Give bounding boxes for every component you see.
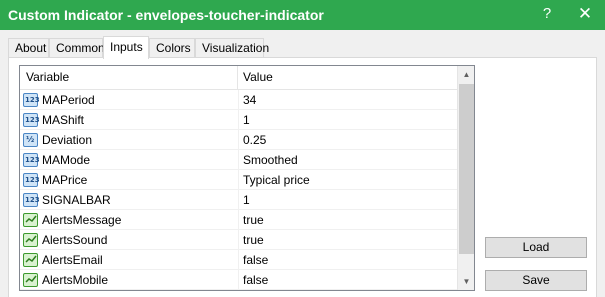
table-row[interactable]: 123 MAMode Smoothed [20, 150, 457, 170]
table-row[interactable]: 123 MAShift 1 [20, 110, 457, 130]
variable-value[interactable]: Smoothed [238, 150, 457, 170]
variable-name: Deviation [42, 133, 93, 147]
variable-name: SIGNALBAR [42, 193, 111, 207]
boolean-icon [23, 213, 38, 227]
variable-name: AlertsSound [42, 233, 108, 247]
tab-inputs[interactable]: Inputs [103, 36, 149, 59]
variable-value[interactable]: true [238, 210, 457, 230]
tab-about[interactable]: About [8, 38, 49, 58]
grid-header: Variable Value [20, 66, 457, 90]
variable-value[interactable]: 34 [238, 90, 457, 110]
tab-visualization[interactable]: Visualization [195, 38, 269, 58]
table-row[interactable]: 123 MAPeriod 34 [20, 90, 457, 110]
variable-name: MAPeriod [42, 93, 95, 107]
title-bar: Custom Indicator - envelopes-toucher-ind… [0, 0, 605, 30]
load-button[interactable]: Load [485, 237, 587, 258]
variable-value[interactable]: false [238, 250, 457, 270]
variable-value[interactable]: 1 [238, 190, 457, 210]
variable-value[interactable]: Typical price [238, 170, 457, 190]
grid-rows: 123 MAPeriod 34 123 MAShift 1 ½ Deviation 0.25 12… [20, 90, 457, 290]
variable-name: AlertsMessage [42, 213, 122, 227]
table-row[interactable]: 123 SIGNALBAR 1 [20, 190, 457, 210]
double-icon: ½ [23, 133, 38, 147]
variable-value[interactable]: true [238, 230, 457, 250]
save-button[interactable]: Save [485, 270, 587, 291]
integer-icon: 123 [23, 173, 40, 187]
close-button[interactable]: ✕ [565, 0, 605, 30]
scroll-up-icon[interactable]: ▲ [458, 66, 474, 83]
table-row[interactable]: AlertsMessage true [20, 210, 457, 230]
integer-icon: 123 [23, 93, 40, 107]
integer-icon: 123 [23, 153, 40, 167]
tab-common[interactable]: Common [49, 38, 105, 58]
scroll-down-icon[interactable]: ▼ [458, 273, 474, 290]
variable-value[interactable]: false [238, 270, 457, 290]
scrollbar-thumb[interactable] [459, 84, 474, 254]
table-row[interactable]: AlertsSound true [20, 230, 457, 250]
table-row[interactable]: ½ Deviation 0.25 [20, 130, 457, 150]
integer-icon: 123 [23, 113, 40, 127]
boolean-icon [23, 253, 38, 267]
variable-name: AlertsMobile [42, 273, 109, 287]
variable-name: MAMode [42, 153, 91, 167]
inputs-grid: Variable Value 123 MAPeriod 34 123 MAShift 1 ½… [19, 65, 475, 291]
vertical-scrollbar[interactable]: ▲ ▼ [457, 66, 474, 290]
table-row[interactable]: 123 MAPrice Typical price [20, 170, 457, 190]
variable-name: MAPrice [42, 173, 88, 187]
column-header-value[interactable]: Value [238, 66, 457, 90]
column-header-variable[interactable]: Variable [20, 66, 238, 90]
boolean-icon [23, 273, 38, 287]
table-row[interactable]: AlertsEmail false [20, 250, 457, 270]
window-title: Custom Indicator - envelopes-toucher-ind… [8, 7, 324, 23]
variable-name: AlertsEmail [42, 253, 103, 267]
variable-value[interactable]: 1 [238, 110, 457, 130]
variable-value[interactable]: 0.25 [238, 130, 457, 150]
integer-icon: 123 [23, 193, 40, 207]
boolean-icon [23, 233, 38, 247]
tab-colors[interactable]: Colors [149, 38, 195, 58]
variable-name: MAShift [42, 113, 85, 127]
table-row[interactable]: AlertsMobile false [20, 270, 457, 290]
help-button[interactable]: ? [527, 0, 567, 30]
